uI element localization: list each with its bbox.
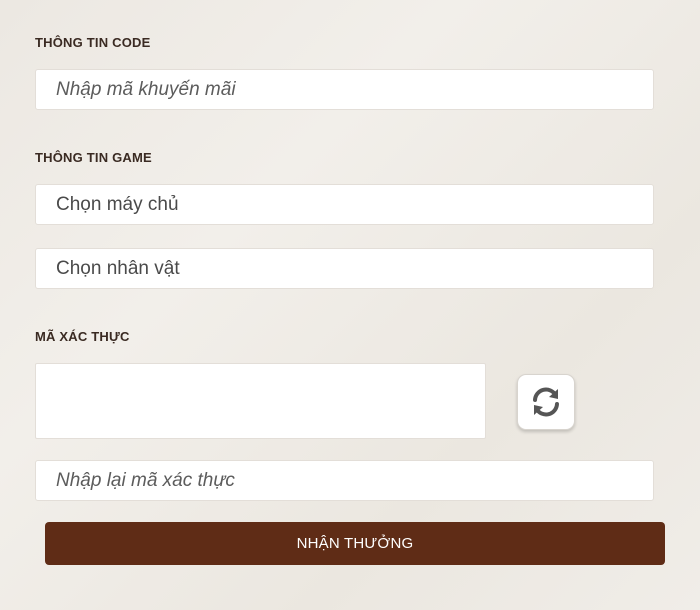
captcha-section-label: MÃ XÁC THỰC — [35, 329, 130, 344]
code-section-label: THÔNG TIN CODE — [35, 35, 151, 50]
server-select-label: Chọn máy chủ — [56, 193, 179, 215]
server-select[interactable]: Chọn máy chủ — [35, 184, 654, 225]
promo-code-field[interactable] — [35, 69, 654, 110]
character-select-label: Chọn nhân vật — [56, 257, 180, 279]
captcha-confirm-input[interactable] — [36, 461, 653, 500]
game-section-label: THÔNG TIN GAME — [35, 150, 152, 165]
character-select[interactable]: Chọn nhân vật — [35, 248, 654, 289]
refresh-icon — [533, 387, 559, 417]
captcha-confirm-field[interactable] — [35, 460, 654, 501]
captcha-refresh-button[interactable] — [517, 374, 575, 430]
claim-reward-button[interactable]: NHẬN THƯỞNG — [45, 522, 665, 565]
captcha-image — [35, 363, 486, 439]
promo-code-input[interactable] — [36, 70, 653, 109]
